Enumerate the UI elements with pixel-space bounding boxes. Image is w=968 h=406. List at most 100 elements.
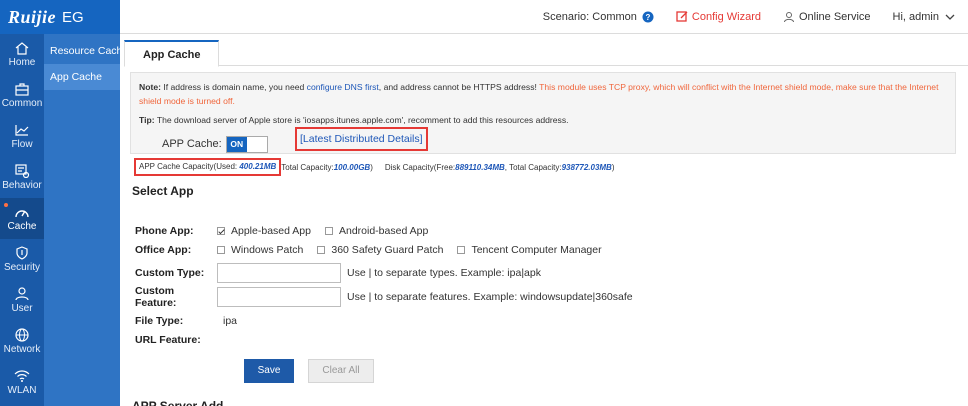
tip-line: Tip: The download server of Apple store … xyxy=(139,113,947,127)
user-icon xyxy=(15,287,29,301)
option-label: Windows Patch xyxy=(231,244,304,256)
toggle-on-label: ON xyxy=(226,136,247,152)
sub-nav: Resource Cache App Cache xyxy=(44,34,128,406)
checkbox-360-patch[interactable] xyxy=(317,246,326,254)
user-greeting: Hi, admin xyxy=(892,10,939,23)
used-capacity-box: APP Cache Capacity(Used: 400.21MB xyxy=(134,158,282,176)
checkbox-windows-patch[interactable] xyxy=(217,246,225,254)
file-type-row: File Type: ipa xyxy=(135,312,237,330)
behavior-icon xyxy=(15,164,30,178)
wifi-icon xyxy=(14,370,30,382)
disk-total-value: 938772.03MB xyxy=(561,162,612,172)
nav-label: Security xyxy=(3,262,41,273)
online-service-label: Online Service xyxy=(798,10,871,23)
close-paren: ) xyxy=(370,162,373,172)
nav-label: User xyxy=(11,303,33,314)
help-icon[interactable]: ? xyxy=(642,11,654,23)
disk-total-label: , Total Capacity: xyxy=(504,162,562,172)
nav-behavior[interactable]: Behavior xyxy=(0,157,44,198)
option-android-app[interactable]: Android-based App xyxy=(324,225,428,237)
custom-feature-label: Custom Feature: xyxy=(135,285,177,309)
latest-details-link[interactable]: [Latest Distributed Details] xyxy=(295,127,428,151)
scenario-selector[interactable]: Scenario: Common ? xyxy=(543,11,654,23)
main-nav-rail: Home Common Flow Behavior Cache Security… xyxy=(0,34,44,406)
svg-text:?: ? xyxy=(645,13,650,22)
option-windows-patch[interactable]: Windows Patch xyxy=(217,244,303,256)
custom-type-hint: Use | to separate types. Example: ipa|ap… xyxy=(347,267,541,279)
tab-app-cache[interactable]: App Cache xyxy=(124,40,220,67)
nav-label: Flow xyxy=(11,139,33,150)
used-value: 400.21MB xyxy=(239,162,277,171)
total-value: 100.00GB xyxy=(333,162,371,172)
briefcase-icon xyxy=(15,83,29,96)
product-name: EG xyxy=(62,8,84,26)
app-cache-toggle[interactable]: ON xyxy=(225,135,268,153)
checkbox-android-app[interactable] xyxy=(324,227,333,235)
nav-home[interactable]: Home xyxy=(0,34,44,75)
config-wizard-link[interactable]: Config Wizard xyxy=(676,11,761,23)
nav-user[interactable]: User xyxy=(0,280,44,321)
online-service-link[interactable]: Online Service xyxy=(783,11,871,23)
option-label: Apple-based App xyxy=(231,225,311,237)
option-apple-app[interactable]: Apple-based App xyxy=(217,225,311,237)
note-line: Note: If address is domain name, you nee… xyxy=(139,80,947,108)
nav-wlan[interactable]: WLAN xyxy=(0,362,44,403)
app-server-section-heading: APP Server Add... xyxy=(132,399,234,406)
custom-feature-row: Custom Feature: Use | to separate featur… xyxy=(135,285,633,309)
custom-type-input[interactable] xyxy=(217,263,341,283)
file-type-label: File Type: xyxy=(135,315,184,327)
disk-label: Disk Capacity(Free: xyxy=(384,162,456,172)
service-user-icon xyxy=(783,11,794,22)
nav-label: Network xyxy=(3,344,41,355)
checkbox-apple-app[interactable] xyxy=(217,227,225,235)
save-button[interactable]: Save xyxy=(244,359,294,383)
phone-app-row: Phone App: Apple-based App Android-based… xyxy=(135,222,442,240)
nav-network[interactable]: Network xyxy=(0,321,44,362)
option-360-patch[interactable]: 360 Safety Guard Patch xyxy=(317,244,443,256)
custom-type-label: Custom Type: xyxy=(135,267,205,279)
configure-dns-link[interactable]: configure DNS first xyxy=(307,82,379,92)
custom-feature-hint: Use | to separate features. Example: win… xyxy=(347,291,633,303)
capacity-info: APP Cache Capacity(Used: 400.21MB Total … xyxy=(134,158,615,176)
checkbox-tencent-manager[interactable] xyxy=(457,246,466,254)
main-content: App Cache Note: If address is domain nam… xyxy=(120,34,968,406)
brand-logo: Ruijie xyxy=(8,6,57,27)
tab-bar: App Cache xyxy=(124,40,968,67)
select-app-title: Select App xyxy=(132,184,194,198)
logo: Ruijie EG xyxy=(0,0,120,34)
office-app-row: Office App: Windows Patch 360 Safety Gua… xyxy=(135,241,616,259)
url-feature-label: URL Feature: xyxy=(135,334,201,346)
nav-label: Cache xyxy=(7,221,37,232)
nav-label: Behavior xyxy=(2,180,42,191)
custom-feature-input[interactable] xyxy=(217,287,341,307)
phone-app-label: Phone App: xyxy=(135,225,194,237)
office-app-label: Office App: xyxy=(135,244,192,256)
chevron-down-icon xyxy=(945,14,955,20)
home-icon xyxy=(15,42,29,55)
url-feature-row: URL Feature: xyxy=(135,331,217,349)
app-cache-label: APP Cache: xyxy=(162,138,222,150)
nav-label: WLAN xyxy=(7,385,37,396)
nav-flow[interactable]: Flow xyxy=(0,116,44,157)
config-wizard-label: Config Wizard xyxy=(691,10,761,23)
nav-common[interactable]: Common xyxy=(0,75,44,116)
tip-text: The download server of Apple store is 'i… xyxy=(154,115,569,125)
nav-cache[interactable]: Cache xyxy=(0,198,44,239)
active-dot xyxy=(4,203,8,207)
user-menu[interactable]: Hi, admin xyxy=(893,11,956,23)
clear-all-button[interactable]: Clear All xyxy=(308,359,374,383)
total-label: Total Capacity: xyxy=(281,162,334,172)
top-header: Scenario: Common ? Config Wizard Online … xyxy=(120,0,968,34)
sub-item-resource-cache[interactable]: Resource Cache xyxy=(44,38,128,64)
used-label: APP Cache Capacity(Used: xyxy=(139,162,240,171)
note-label: Note: xyxy=(139,82,161,92)
app-cache-row: APP Cache: ON xyxy=(162,134,268,154)
nav-security[interactable]: Security xyxy=(0,239,44,280)
option-tencent-manager[interactable]: Tencent Computer Manager xyxy=(457,244,602,256)
nav-label: Common xyxy=(1,98,43,109)
sub-item-app-cache[interactable]: App Cache xyxy=(44,64,120,90)
disk-free-value: 889110.34MB xyxy=(455,162,505,172)
option-label: 360 Safety Guard Patch xyxy=(331,244,444,256)
note-text-2: , and address cannot be HTTPS address! xyxy=(378,82,540,92)
file-type-value: ipa xyxy=(223,315,238,327)
